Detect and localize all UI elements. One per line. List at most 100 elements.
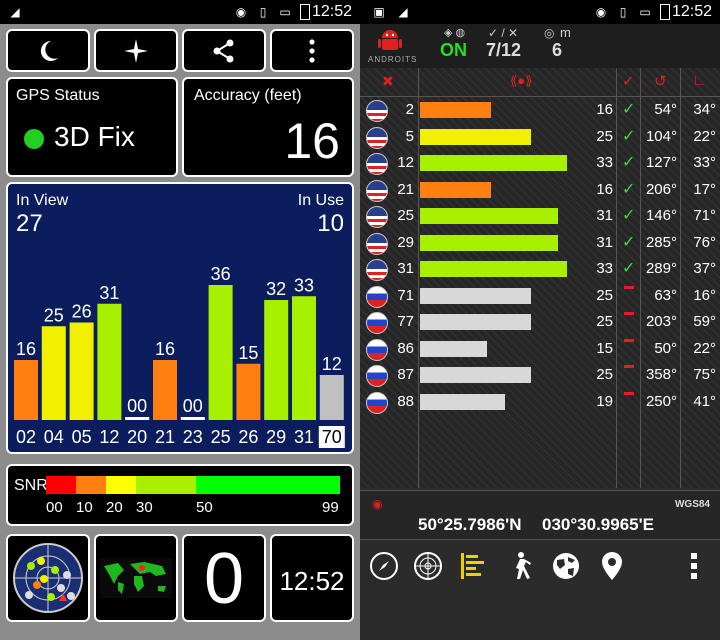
fix-indicator-dot bbox=[24, 129, 44, 149]
snr-value: 25 bbox=[596, 127, 613, 145]
battery-icon bbox=[660, 4, 670, 20]
russia-flag-icon bbox=[366, 338, 388, 361]
clock-tile: 12:52 bbox=[270, 534, 354, 622]
snr-value: 16 bbox=[596, 101, 613, 118]
radar-tab-button[interactable] bbox=[410, 548, 446, 584]
snr-value: 15 bbox=[596, 339, 613, 357]
russia-flag-icon bbox=[366, 391, 388, 414]
satellite-row[interactable]: 29 31 ✓ 285° 76° bbox=[360, 230, 720, 256]
satellite-prn: 2 bbox=[405, 101, 414, 118]
status-bar: ◢ ◉ ▯ ▭ 12:52 bbox=[0, 0, 360, 24]
satellite-prn: 87 bbox=[397, 366, 414, 383]
snr-bar bbox=[420, 314, 532, 330]
snr-value: 31 bbox=[596, 207, 613, 224]
used-check-icon: ✓ bbox=[622, 154, 636, 171]
azimuth-value: 104° bbox=[645, 127, 677, 145]
snr-color-segment bbox=[136, 476, 196, 494]
satellite-row[interactable]: 86 15 50° 22° bbox=[360, 336, 720, 362]
signal-bars-tab-button[interactable] bbox=[456, 548, 492, 584]
accuracy-tile: Accuracy (feet) 16 bbox=[182, 77, 354, 177]
used-satellites-icon: ✓ / ✕ bbox=[488, 26, 519, 40]
snr-bar-value: 36 bbox=[211, 264, 231, 284]
compass-icon bbox=[370, 552, 398, 580]
snr-bar-05 bbox=[69, 322, 94, 420]
walk-tab-button[interactable] bbox=[502, 548, 538, 584]
satellite-row[interactable]: 31 33 ✓ 289° 37° bbox=[360, 256, 720, 282]
image-notification-icon: ▣ bbox=[373, 5, 385, 19]
location-icon: ◉ bbox=[595, 5, 607, 19]
latitude-value: 50°25.7986'N bbox=[418, 515, 522, 534]
satellite-id-label: 25 bbox=[211, 427, 231, 447]
azimuth-value: 127° bbox=[645, 154, 677, 171]
vibrate-icon: ▯ bbox=[259, 5, 267, 19]
satellite-prn: 77 bbox=[397, 313, 414, 330]
azimuth-value: 358° bbox=[645, 366, 677, 383]
satellite-row[interactable]: 21 16 ✓ 206° 17° bbox=[360, 177, 720, 203]
used-check-icon: ✓ bbox=[622, 260, 636, 277]
more-vert-icon bbox=[691, 553, 697, 579]
snr-value: 25 bbox=[596, 366, 613, 383]
snr-tick-label: 00 bbox=[46, 499, 63, 516]
compass-button[interactable] bbox=[94, 29, 178, 72]
unused-dash-icon bbox=[624, 365, 634, 368]
location-icon: ◉ bbox=[235, 5, 247, 19]
map-pin-tab-button[interactable] bbox=[594, 548, 630, 584]
snr-bar bbox=[420, 393, 505, 410]
elevation-value: 71° bbox=[693, 207, 716, 224]
satellite-row[interactable]: 12 33 ✓ 127° 33° bbox=[360, 150, 720, 176]
usa-flag-icon bbox=[366, 179, 388, 202]
walking-person-icon bbox=[516, 552, 531, 579]
night-mode-button[interactable] bbox=[6, 29, 90, 72]
snr-bar-value: 33 bbox=[294, 275, 314, 295]
satellite-id-label: 70 bbox=[322, 427, 342, 447]
battery-icon bbox=[300, 4, 310, 20]
overflow-menu-button[interactable] bbox=[270, 29, 354, 72]
satellite-row[interactable]: 88 19 250° 41° bbox=[360, 389, 720, 415]
compass-star-icon bbox=[124, 38, 148, 63]
satellite-row[interactable]: 25 31 ✓ 146° 71° bbox=[360, 203, 720, 229]
satellite-prn: 71 bbox=[397, 286, 414, 304]
gps-status-title: GPS Status bbox=[16, 87, 100, 104]
used-column-icon: ✓ bbox=[622, 73, 635, 90]
usa-flag-icon bbox=[366, 259, 388, 281]
share-icon bbox=[213, 39, 234, 62]
speed-value: 0 bbox=[203, 539, 245, 619]
snr-bar-29 bbox=[264, 300, 289, 420]
gps-test-panel: ◢ ◉ ▯ ▭ 12:52 GPS Status 3D Fix Accuracy… bbox=[0, 0, 360, 640]
satellite-row[interactable]: 2 16 ✓ 54° 34° bbox=[360, 97, 720, 123]
satellite-id-label: 29 bbox=[266, 427, 286, 447]
snr-bars: 16 02 25 04 26 05 31 12 00 20 16 21 00 23 36 25 15 26 32 29… bbox=[14, 264, 345, 448]
radar-icon bbox=[414, 552, 442, 580]
satellite-prn: 88 bbox=[397, 392, 414, 410]
satellite-row[interactable]: 5 25 ✓ 104° 22° bbox=[360, 124, 720, 150]
more-options-button[interactable] bbox=[676, 548, 712, 584]
satellite-id-label: 31 bbox=[294, 427, 314, 447]
no-sim-icon: ▭ bbox=[639, 5, 651, 19]
satellite-row[interactable]: 87 25 358° 75° bbox=[360, 362, 720, 388]
compass-tab-button[interactable] bbox=[366, 548, 402, 584]
used-satellites-ratio: 7/12 bbox=[486, 40, 522, 60]
snr-bar bbox=[420, 340, 487, 357]
snr-bar-value: 00 bbox=[183, 396, 203, 416]
satellite-id-label: 04 bbox=[44, 427, 64, 447]
world-map-button[interactable] bbox=[94, 534, 178, 622]
snr-label: SNR bbox=[14, 477, 48, 494]
satellite-prn: 21 bbox=[397, 180, 414, 198]
snr-value: 16 bbox=[596, 180, 613, 198]
snr-value: 25 bbox=[596, 286, 613, 304]
snr-bar-04 bbox=[41, 326, 66, 420]
longitude-value: 030°30.9965'E bbox=[542, 515, 654, 534]
globe-tab-button[interactable] bbox=[548, 548, 584, 584]
snr-value: 31 bbox=[596, 233, 613, 251]
snr-value: 19 bbox=[596, 392, 613, 410]
satellite-row[interactable]: 77 25 203° 59° bbox=[360, 309, 720, 335]
gps-status-tile: GPS Status 3D Fix bbox=[6, 77, 178, 177]
satellite-row[interactable]: 71 25 63° 16° bbox=[360, 283, 720, 309]
snr-bar bbox=[420, 367, 532, 383]
share-button[interactable] bbox=[182, 29, 266, 72]
used-check-icon: ✓ bbox=[622, 127, 636, 145]
radar-view-button[interactable] bbox=[6, 534, 90, 622]
usa-flag-icon bbox=[366, 232, 388, 255]
snr-bar-23 bbox=[180, 417, 205, 420]
snr-tick-label: 50 bbox=[196, 499, 213, 516]
